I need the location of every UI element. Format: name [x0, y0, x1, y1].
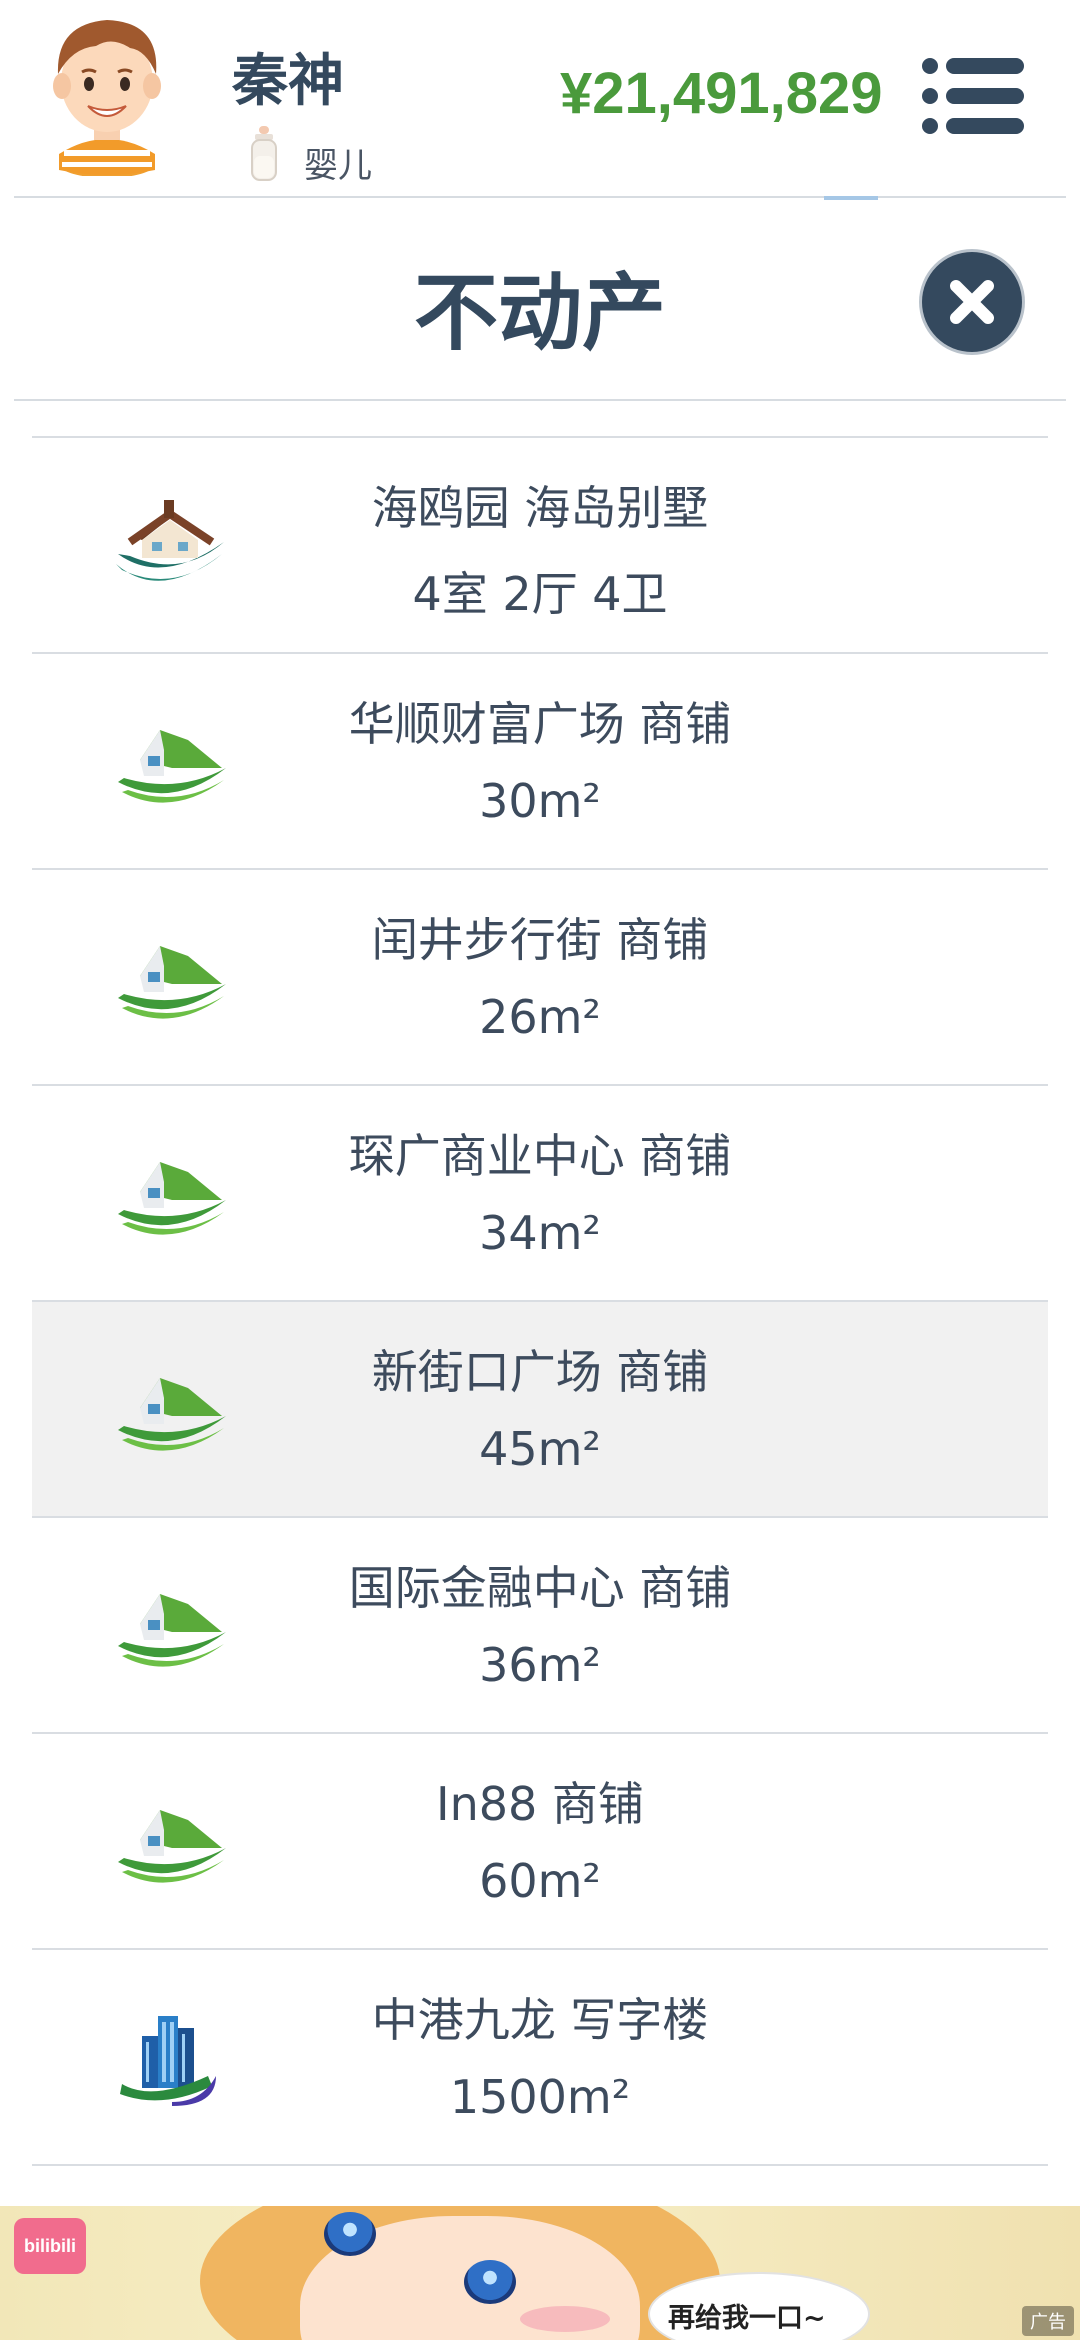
property-name: 华顺财富广场 商铺: [348, 697, 732, 751]
property-name: 国际金融中心 商铺: [348, 1561, 732, 1615]
property-row-shop[interactable]: 闰井步行街 商铺 26m²: [32, 870, 1048, 1086]
property-size: 45m²: [479, 1422, 601, 1476]
property-row-shop-selected[interactable]: 新街口广场 商铺 45m²: [32, 1302, 1048, 1518]
ad-caption: 再给我一口~: [668, 2303, 826, 2334]
property-size: 26m²: [479, 990, 601, 1044]
player-name: 秦神: [232, 49, 344, 114]
property-row-shop[interactable]: 华顺财富广场 商铺 30m²: [32, 654, 1048, 870]
ad-label[interactable]: 广告: [1022, 2306, 1074, 2336]
property-name: In88 商铺: [436, 1777, 644, 1831]
page-title: 不动产: [413, 264, 666, 362]
header-divider: [14, 196, 1066, 198]
close-button[interactable]: [922, 252, 1022, 352]
property-size: 1500m²: [449, 2070, 631, 2124]
tab-indicator: [824, 196, 878, 200]
property-row-shop[interactable]: 琛广商业中心 商铺 34m²: [32, 1086, 1048, 1302]
life-stage-label: 婴儿: [304, 146, 372, 186]
ad-character-eye: [324, 2212, 376, 2256]
ad-character-blush: [520, 2306, 610, 2332]
property-list: 海鸥园 海岛别墅 4室 2厅 4卫 华顺财富广场 商铺 30m² 闰井步行街 商…: [32, 436, 1048, 2166]
property-name: 琛广商业中心 商铺: [348, 1129, 732, 1183]
property-name: 新街口广场 商铺: [371, 1345, 709, 1399]
title-divider: [14, 399, 1066, 401]
property-name: 海鸥园 海岛别墅: [371, 481, 709, 535]
ad-character-eye: [464, 2260, 516, 2304]
property-size: 34m²: [479, 1206, 601, 1260]
property-row-office[interactable]: 中港九龙 写字楼 1500m²: [32, 1950, 1048, 2166]
property-size: 60m²: [479, 1854, 601, 1908]
property-size: 4室 2厅 4卫: [412, 567, 668, 621]
baby-bottle-icon: [251, 126, 277, 181]
property-row-shop[interactable]: In88 商铺 60m²: [32, 1734, 1048, 1950]
bilibili-logo: bilibili: [14, 2218, 86, 2274]
money-balance: ¥21,491,829: [560, 61, 883, 126]
player-avatar[interactable]: [42, 14, 172, 176]
menu-icon[interactable]: [920, 56, 1024, 136]
player-header: 秦神 婴儿 ¥21,491,829: [0, 0, 1080, 200]
property-name: 中港九龙 写字楼: [371, 1993, 709, 2047]
property-size: 30m²: [479, 774, 601, 828]
property-row-villa[interactable]: 海鸥园 海岛别墅 4室 2厅 4卫: [32, 438, 1048, 654]
property-size: 36m²: [479, 1638, 601, 1692]
ad-banner[interactable]: bilibili 再给我一口~ 广告: [0, 2206, 1080, 2340]
property-name: 闰井步行街 商铺: [371, 913, 709, 967]
property-row-shop[interactable]: 国际金融中心 商铺 36m²: [32, 1518, 1048, 1734]
